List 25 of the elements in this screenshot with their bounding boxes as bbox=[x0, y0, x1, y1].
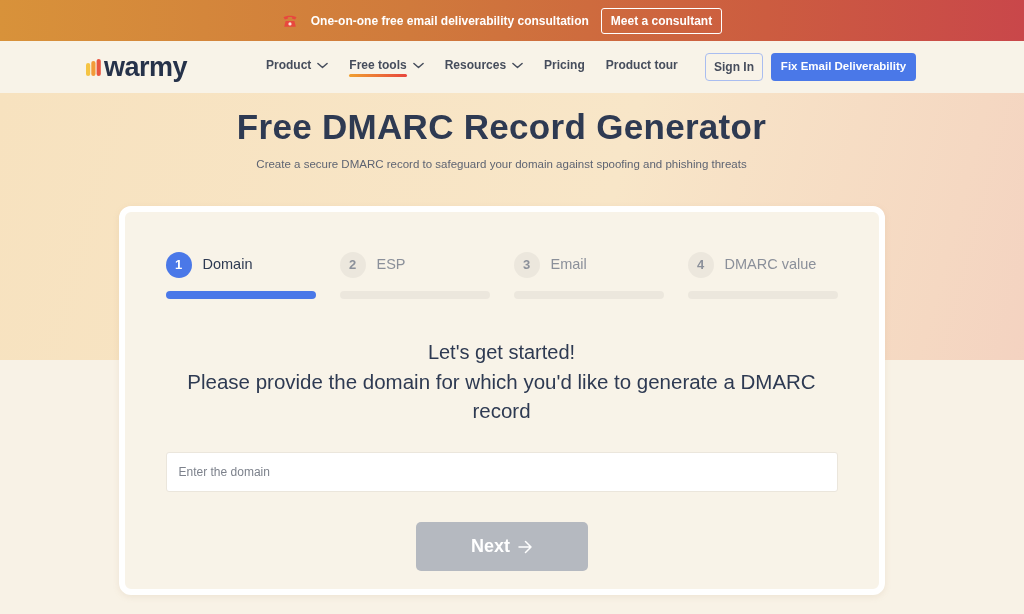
step-label: DMARC value bbox=[724, 255, 817, 275]
promo-text: One-on-one free email deliverability consultation bbox=[310, 12, 589, 30]
step-number: 2 bbox=[339, 252, 366, 278]
sign-in-button[interactable]: Sign In bbox=[705, 53, 763, 81]
step-label: Domain bbox=[202, 255, 253, 275]
nav-link[interactable]: Pricing bbox=[544, 55, 585, 79]
fix-deliverability-button[interactable]: Fix Email Deliverability bbox=[771, 53, 916, 81]
domain-input[interactable]: Enter the domain bbox=[165, 452, 838, 492]
logo-text: warmy bbox=[104, 53, 188, 81]
consultant-button[interactable]: Meet a consultant bbox=[600, 7, 723, 34]
nav-link[interactable]: Resources bbox=[444, 55, 524, 79]
page-subtitle: Create a secure DMARC record to safeguard your domain against spoofing and phishing threats bbox=[256, 157, 747, 172]
arrow-right-icon bbox=[518, 539, 532, 554]
nav-link[interactable]: Product tour bbox=[605, 55, 678, 79]
step-number: 3 bbox=[513, 252, 540, 278]
step-number: 1 bbox=[165, 252, 192, 278]
logo-bars-icon bbox=[86, 58, 101, 76]
nav-link[interactable]: Product bbox=[266, 55, 329, 79]
nav-link[interactable]: Free tools bbox=[349, 55, 424, 79]
prompt-text: Please provide the domain for which you'd like to generate a DMARC record bbox=[186, 369, 817, 424]
step-label: Email bbox=[550, 255, 587, 275]
step-number: 4 bbox=[687, 252, 714, 278]
step-label: ESP bbox=[376, 255, 406, 275]
greeting-text: Let's get started! bbox=[426, 340, 577, 365]
page-title: Free DMARC Record Generator bbox=[236, 107, 767, 147]
